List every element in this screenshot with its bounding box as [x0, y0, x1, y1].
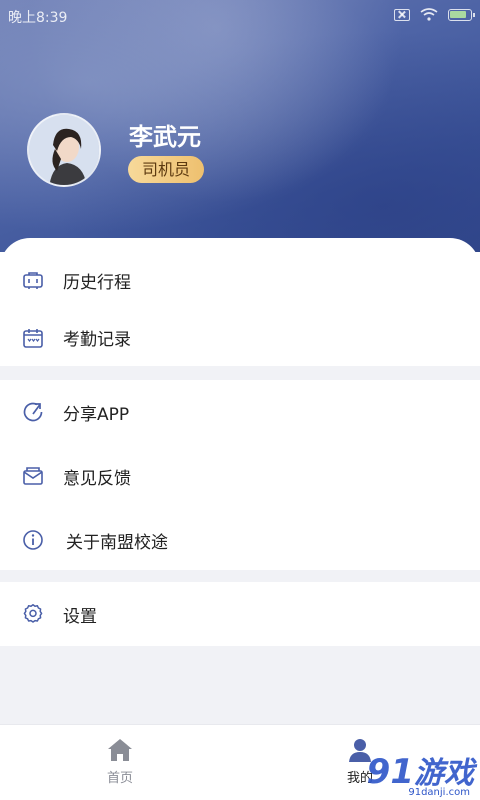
no-sim-icon: [394, 8, 410, 21]
battery-icon: [448, 8, 475, 21]
nav-label-home: 首页: [106, 771, 133, 786]
menu-item-trip-history[interactable]: 历史行程: [0, 252, 480, 309]
menu-item-settings[interactable]: 设置: [0, 582, 480, 646]
menu-group-app: 分享APP 意见反馈 关于南盟校途: [0, 380, 480, 572]
menu-group-settings: 设置: [0, 582, 480, 646]
menu-item-attendance[interactable]: 考勤记录: [0, 309, 480, 366]
menu-label-settings: 设置: [63, 606, 97, 627]
menu-label-feedback: 意见反馈: [63, 468, 131, 489]
watermark-url: 91danji.com: [408, 787, 470, 798]
menu-label-trip-history: 历史行程: [63, 273, 131, 293]
menu-item-feedback[interactable]: 意见反馈: [0, 444, 480, 508]
nav-tab-home[interactable]: 首页: [90, 737, 150, 786]
menu-label-share-app: 分享APP: [63, 404, 130, 425]
menu-item-share-app[interactable]: 分享APP: [0, 380, 480, 444]
profile-header: 晚上8:39 李武元 司机员: [0, 0, 480, 275]
mail-feedback-icon: [22, 465, 44, 487]
avatar-photo: [29, 115, 99, 185]
trips-history-icon: [22, 270, 44, 292]
menu-label-about: 关于南盟校途: [66, 532, 168, 553]
wifi-icon: [420, 8, 438, 21]
bottom-navigation: 首页 我的 91游戏 91danji.com: [0, 724, 480, 800]
profile-name: 李武元: [129, 123, 201, 151]
share-refresh-icon: [22, 401, 44, 423]
status-icons: [394, 8, 475, 21]
menu-item-about[interactable]: 关于南盟校途: [0, 508, 480, 572]
watermark-logo: 91游戏: [366, 752, 474, 792]
avatar[interactable]: [27, 113, 101, 187]
role-badge: 司机员: [128, 156, 205, 183]
section-divider: [0, 570, 480, 582]
menu-group-trips: 历史行程 考勤记录: [0, 252, 480, 366]
section-divider: [0, 366, 480, 380]
status-bar: 晚上8:39: [0, 0, 480, 32]
calendar-icon: [22, 327, 44, 349]
status-time: 晚上8:39: [8, 10, 68, 26]
home-icon: [108, 739, 132, 761]
info-icon: [22, 529, 44, 551]
menu-label-attendance: 考勤记录: [63, 330, 131, 350]
gear-icon: [22, 603, 44, 625]
